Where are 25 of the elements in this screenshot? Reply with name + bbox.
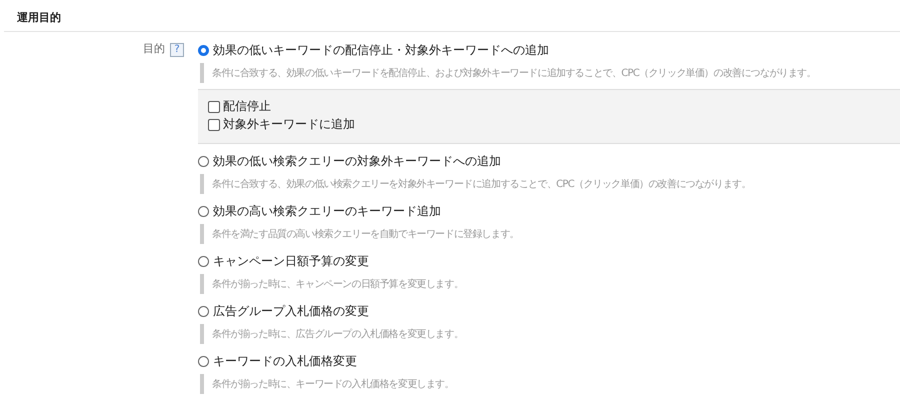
radio-option[interactable]: キャンペーン日額予算の変更 (198, 252, 900, 270)
radio-icon[interactable] (198, 256, 209, 266)
radio-icon[interactable] (198, 44, 209, 56)
option-description: 条件が揃った時に、キャンペーンの日額予算を変更します。 (200, 274, 900, 294)
radio-option[interactable]: 効果の低いキーワードの配信停止・対象外キーワードへの追加 (198, 41, 900, 59)
checkbox-icon[interactable] (208, 118, 220, 130)
checkbox-option[interactable]: 配信停止 (208, 98, 890, 115)
option-description: 条件に合致する、効果の低い検索クエリーを対象外キーワードに追加することで、CPC（クリック単価）の改善につながります。 (200, 174, 900, 194)
radio-option[interactable]: キーワードの入札価格変更 (198, 352, 900, 370)
option-description: 条件が揃った時に、キーワードの入札価格を変更します。 (200, 374, 900, 394)
radio-icon[interactable] (198, 356, 209, 366)
radio-icon[interactable] (198, 206, 209, 216)
radio-option[interactable]: 広告グループ入札価格の変更 (198, 302, 900, 320)
help-icon[interactable]: ? (170, 43, 184, 57)
radio-icon[interactable] (198, 306, 209, 316)
option-description: 条件が揃った時に、広告グループの入札価格を変更します。 (200, 324, 900, 344)
field-label: 目的 (143, 41, 165, 57)
checkbox-icon[interactable] (208, 100, 220, 112)
radio-option[interactable]: 効果の低い検索クエリーの対象外キーワードへの追加 (198, 152, 900, 170)
radio-option[interactable]: 効果の高い検索クエリーのキーワード追加 (198, 202, 900, 220)
option-description: 条件を満たす品質の高い検索クエリーを自動でキーワードに登録します。 (200, 224, 900, 244)
section-title: 運用目的 (4, 0, 900, 32)
checkbox-option[interactable]: 対象外キーワードに追加 (208, 116, 890, 133)
radio-icon[interactable] (198, 156, 209, 166)
option-description: 条件に合致する、効果の低いキーワードを配信停止、および対象外キーワードに追加することで、CPC（クリック単価）の改善につながります。 (200, 63, 900, 83)
